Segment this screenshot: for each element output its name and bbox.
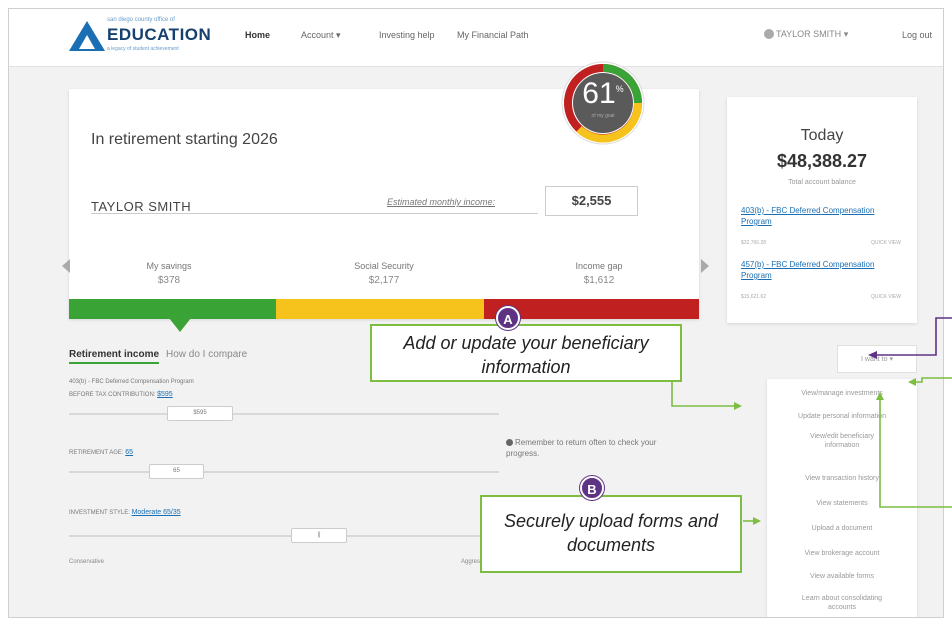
callout-beneficiary: Add or update your beneficiary informati… [370,324,682,382]
callout-badge-a: A [496,306,520,330]
callout-connectors [671,317,952,525]
callout-upload: Securely upload forms and documents [480,495,742,573]
callout-badge-b: B [580,476,604,500]
